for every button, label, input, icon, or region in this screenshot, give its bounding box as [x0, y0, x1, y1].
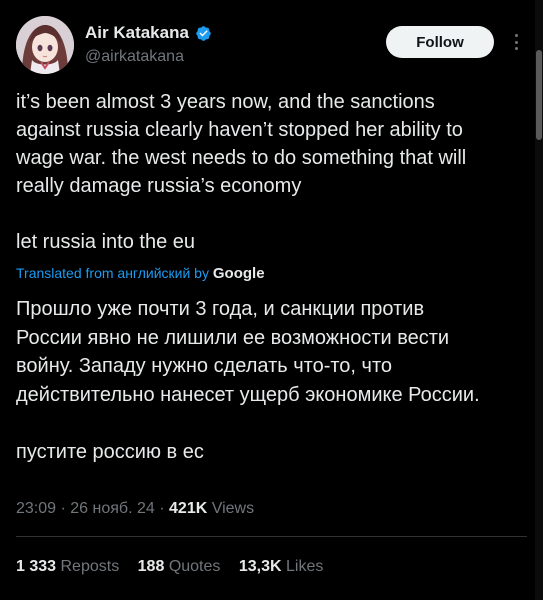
avatar[interactable] [16, 16, 74, 74]
divider [16, 536, 527, 537]
tweet-line: it’s been almost 3 years now, and the sa… [16, 91, 435, 113]
follow-button[interactable]: Follow [386, 26, 494, 58]
more-vertical-icon[interactable] [506, 30, 526, 54]
scrollbar-thumb[interactable] [536, 50, 542, 140]
tweet-time[interactable]: 23:09 [16, 500, 56, 517]
translation-prefix: Translated from английский by [16, 265, 209, 281]
verified-badge-icon [195, 25, 212, 42]
tweet-line: against russia clearly haven’t stopped h… [16, 119, 463, 141]
tweet-line: let russia into the eu [16, 231, 195, 253]
tweet-date[interactable]: 26 нояб. 24 [70, 500, 155, 517]
engagement-stats: 1 333 Reposts 188 Quotes 13,3K Likes [16, 556, 337, 578]
views-count: 421K [169, 500, 208, 517]
translation-attribution[interactable]: Translated from английский by Google [16, 263, 265, 284]
translated-line: пустите россию в ес [16, 440, 204, 463]
translated-line: Прошло уже почти 3 года, и санкции проти… [16, 298, 425, 320]
tweet-meta: 23:09 · 26 нояб. 24 · 421K Views [16, 498, 254, 520]
views-label: Views [211, 500, 255, 517]
reposts-count: 1 333 [16, 558, 57, 575]
display-name[interactable]: Air Katakana [85, 22, 189, 44]
translated-line: действительно нанесет ущерб экономике Ро… [16, 383, 480, 406]
tweet-text: it’s been almost 3 years now, and the sa… [16, 88, 521, 256]
reposts-stat[interactable]: 1 333 Reposts [16, 556, 119, 578]
likes-count: 13,3K [238, 558, 282, 575]
reposts-label: Reposts [60, 558, 120, 575]
translated-line: войну. Западу нужно сделать что-то, что [16, 355, 393, 377]
translated-line: России явно не лишили ее возможности вес… [16, 326, 450, 349]
translated-text: Прошло уже почти 3 года, и санкции проти… [16, 295, 526, 466]
scrollbar[interactable] [535, 0, 543, 600]
author-handle[interactable]: @airkatakana [85, 47, 212, 67]
tweet-line: wage war. the west needs to do something… [16, 147, 467, 169]
tweet-line: really damage russia’s economy [16, 175, 302, 197]
likes-stat[interactable]: 13,3K Likes [239, 556, 324, 578]
tweet-header: Air Katakana @airkatakana Follow [16, 16, 527, 76]
anime-girl-avatar-icon [16, 16, 74, 74]
translator-name: Google [212, 265, 265, 282]
meta-separator: · [159, 500, 170, 517]
quotes-stat[interactable]: 188 Quotes [138, 556, 221, 578]
likes-label: Likes [286, 558, 324, 575]
author-block: Air Katakana @airkatakana [85, 22, 212, 67]
quotes-label: Quotes [168, 558, 221, 575]
meta-separator: · [60, 500, 71, 517]
quotes-count: 188 [137, 558, 165, 575]
